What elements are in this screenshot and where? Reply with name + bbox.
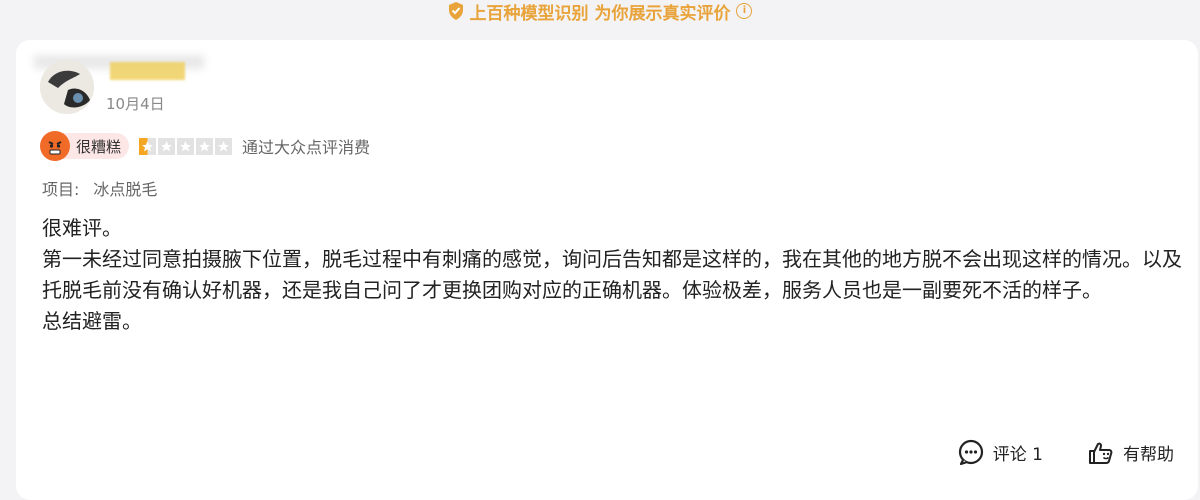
info-icon[interactable]: i [736, 3, 753, 19]
star-icon-half [139, 137, 157, 155]
review-date: 10月4日 [106, 95, 165, 113]
star-icon-empty [215, 137, 233, 155]
review-paragraph: 很难评。 [42, 216, 122, 240]
banner-text: 上百种模型识别 为你展示真实评价 [469, 3, 731, 24]
top-banner: 上百种模型识别 为你展示真实评价 i [0, 0, 1200, 24]
comment-label: 评论 1 [992, 444, 1043, 465]
review-paragraph: 总结避雷。 [42, 309, 142, 333]
review-body: 很难评。 第一未经过同意拍摄腋下位置，脱毛过程中有刺痛的感觉，询问后告知都是这样… [42, 213, 1182, 337]
project-label: 项目: [42, 180, 80, 199]
avatar-image [40, 60, 94, 114]
project-line: 项目: 冰点脱毛 [42, 176, 171, 200]
helpful-label: 有帮助 [1123, 444, 1174, 465]
review-actions: 评论 1 有帮助 [913, 438, 1174, 466]
comment-icon [958, 439, 983, 466]
rating-row: 很糟糕 通过大众点评消费 [40, 131, 371, 161]
thumbs-up-smile-icon [1089, 442, 1113, 464]
mood-badge: 很糟糕 [40, 131, 130, 161]
angry-face-icon [40, 131, 70, 161]
redacted-username[interactable] [110, 62, 185, 80]
star-rating [139, 137, 234, 155]
comment-button[interactable]: 评论 1 [957, 438, 1043, 466]
avatar[interactable] [40, 60, 94, 114]
project-value: 冰点脱毛 [93, 180, 158, 199]
star-icon-empty [158, 137, 176, 155]
helpful-button[interactable]: 有帮助 [1087, 438, 1174, 466]
star-icon-empty [196, 137, 214, 155]
review-source: 通过大众点评消费 [242, 138, 371, 157]
review-paragraph: 第一未经过同意拍摄腋下位置，脱毛过程中有刺痛的感觉，询问后告知都是这样的，我在其… [42, 247, 1182, 302]
star-icon-empty [177, 137, 195, 155]
shield-check-icon [448, 2, 463, 20]
mood-label: 很糟糕 [76, 137, 122, 156]
